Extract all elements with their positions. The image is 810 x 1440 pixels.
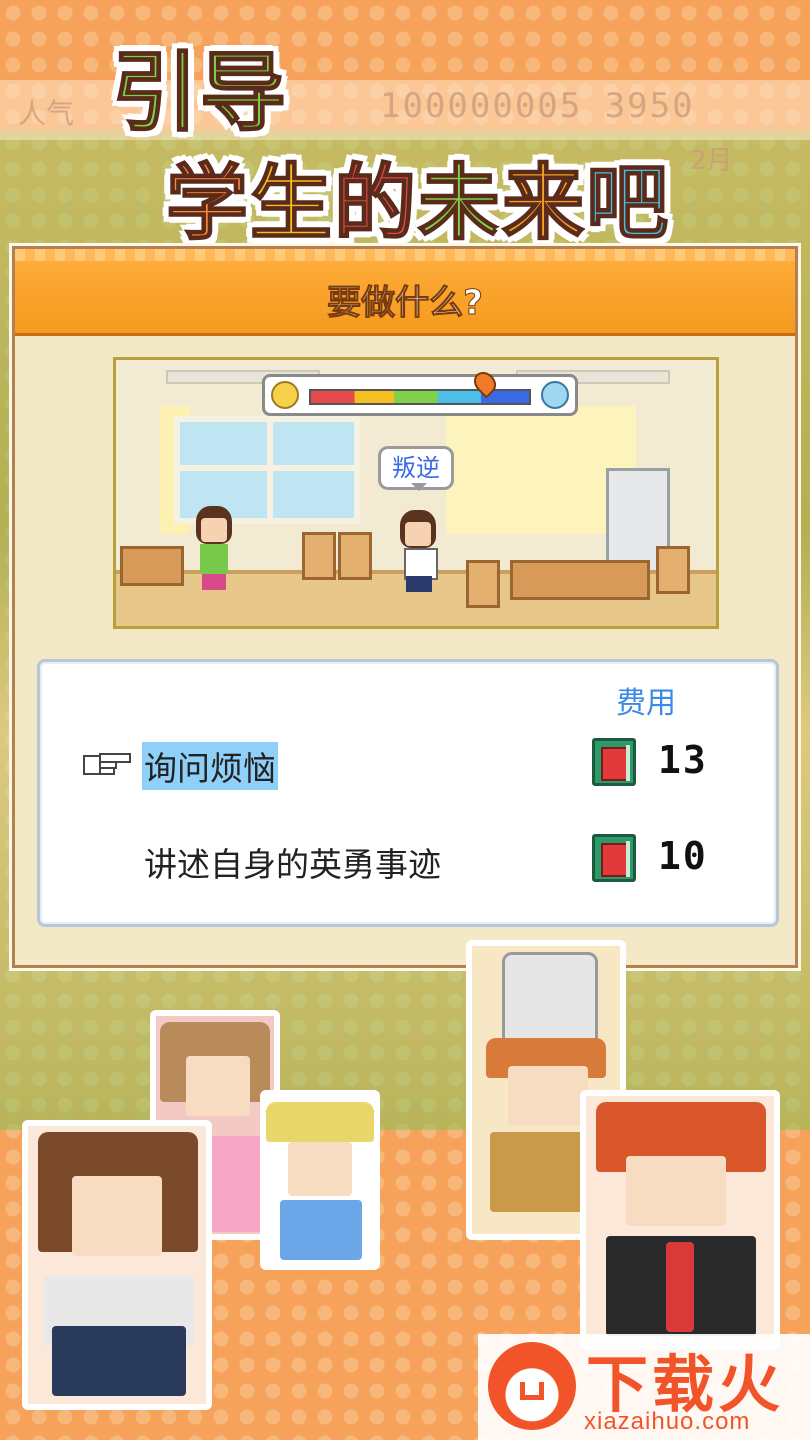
character-portrait-farmer (260, 1090, 380, 1270)
cost-header: 费用 (616, 686, 676, 721)
headline-line-2: 学生的未来吧 (165, 136, 671, 255)
watermark-url: xiazaihuo.com (584, 1408, 751, 1435)
research-book-icon (592, 834, 636, 882)
option-cost: 10 (658, 834, 708, 878)
headline-line-1: 引导 (111, 42, 288, 144)
headline-char: 来 (501, 155, 587, 252)
mood-track (309, 389, 531, 405)
mood-meter (262, 367, 578, 416)
headline-char: 吧 (585, 155, 671, 252)
hud-month: 2月 (690, 146, 733, 176)
headline-char: 学 (165, 155, 251, 252)
option-label[interactable]: 讲述自身的英勇事迹 (142, 838, 443, 886)
research-book-icon (592, 738, 636, 786)
action-dialog: 要做什么? 叛逆 费用 询问烦恼 13 讲述自身的英勇事迹 10 (12, 246, 798, 968)
headline-char: 生 (249, 155, 335, 252)
option-heroic-stories[interactable]: 讲述自身的英勇事迹 10 (40, 834, 776, 890)
chair (302, 532, 336, 580)
watermark-logo: 下载火 xiazaihuo.com (478, 1334, 810, 1440)
dialog-title: 要做什么? (327, 283, 484, 324)
option-cost: 13 (658, 738, 708, 782)
desk (510, 560, 650, 600)
chair (338, 532, 372, 580)
happy-face-icon (271, 381, 299, 409)
headline-char: 未 (417, 155, 503, 252)
classroom-scene: 叛逆 (113, 357, 719, 629)
character-portrait-delinquent (580, 1090, 780, 1350)
dialog-header: 要做什么? (15, 249, 795, 336)
hud-popularity-label: 人气 (18, 97, 75, 130)
hud-money: 100000005 3950 (380, 86, 695, 126)
chair (466, 560, 500, 608)
character-portrait-student-girl (22, 1120, 212, 1410)
speech-bubble: 叛逆 (378, 446, 454, 491)
teacher-sprite (192, 506, 236, 596)
pointing-hand-icon (83, 753, 131, 775)
flame-download-icon (488, 1342, 576, 1430)
option-ask-worries[interactable]: 询问烦恼 13 (40, 738, 776, 794)
option-label[interactable]: 询问烦恼 (142, 742, 278, 790)
headline-char: 的 (333, 155, 419, 252)
chair (656, 546, 690, 594)
options-panel: 费用 询问烦恼 13 讲述自身的英勇事迹 10 (37, 659, 779, 927)
desk (120, 546, 184, 586)
calm-face-icon (541, 381, 569, 409)
student-sprite (394, 510, 444, 602)
